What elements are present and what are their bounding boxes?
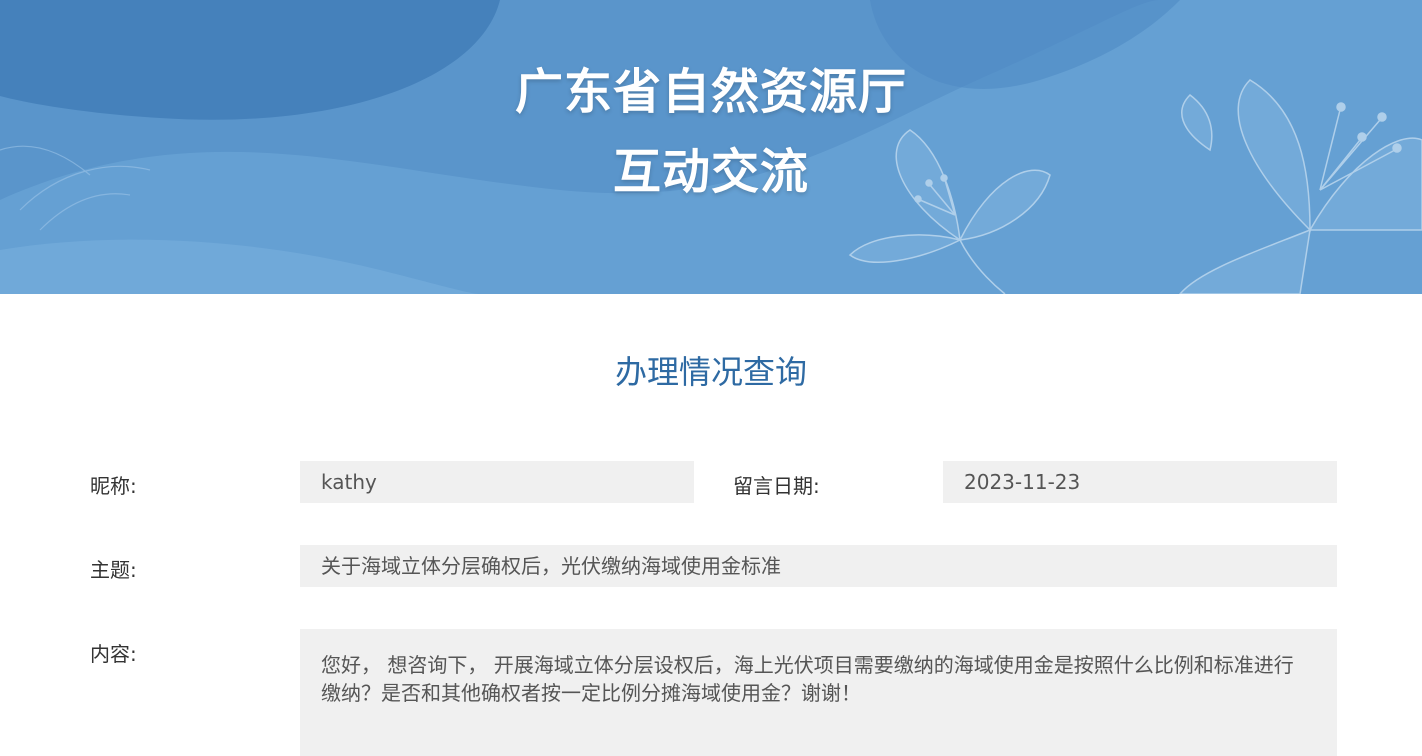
- date-label: 留言日期:: [733, 474, 820, 498]
- subject-label: 主题:: [90, 558, 137, 582]
- page-title: 办理情况查询: [614, 353, 807, 391]
- site-title: 广东省自然资源厅: [514, 64, 907, 120]
- site-subtitle: 互动交流: [612, 144, 809, 200]
- nickname-label: 昵称:: [90, 474, 137, 498]
- content-field: 您好， 想咨询下， 开展海域立体分层设权后，海上光伏项目需要缴纳的海域使用金是按…: [300, 629, 1337, 756]
- date-field: 2023-11-23: [943, 461, 1337, 503]
- subject-field: 关于海域立体分层确权后，光伏缴纳海域使用金标准: [300, 545, 1337, 587]
- nickname-field: kathy: [300, 461, 694, 503]
- header-banner: 广东省自然资源厅 互动交流: [0, 0, 1422, 294]
- content-label: 内容:: [90, 642, 137, 666]
